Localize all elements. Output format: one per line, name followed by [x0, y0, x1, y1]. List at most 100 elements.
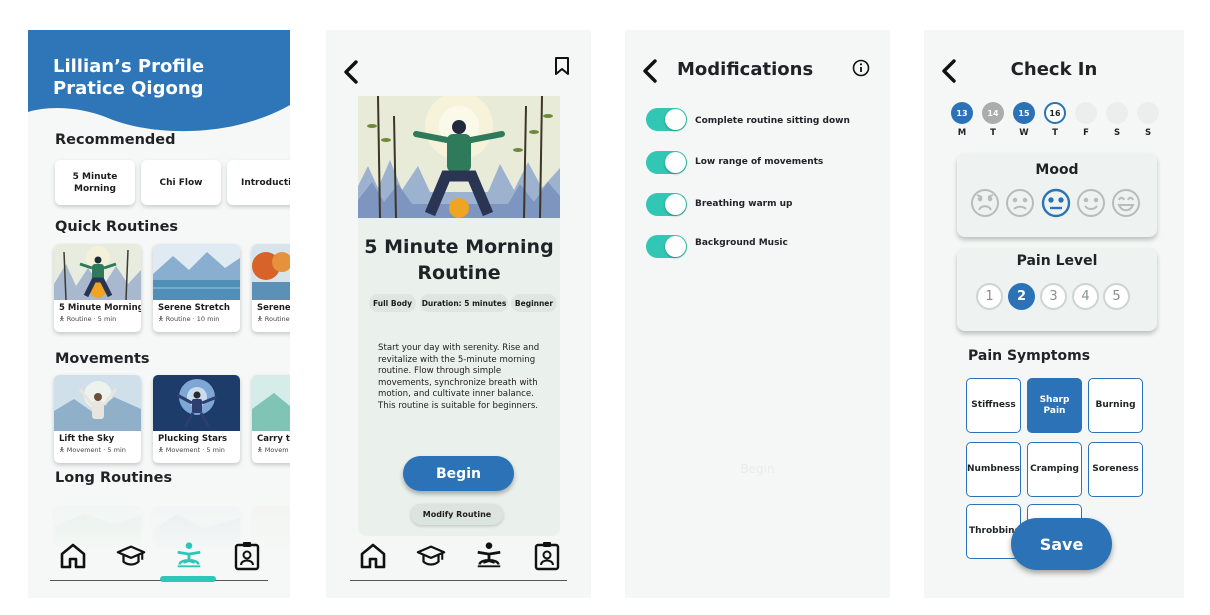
recommended-item[interactable]: Introducti: [227, 160, 290, 205]
toggle-label: Complete routine sitting down: [695, 116, 850, 126]
routine-card-meta: 🯅 Routine · 10 min: [158, 315, 220, 323]
pain-level-option[interactable]: 3: [1040, 283, 1067, 310]
learn-icon[interactable]: [416, 539, 446, 573]
day-circle[interactable]: 19: [1137, 102, 1159, 124]
toggle-label: Breathing warm up: [695, 199, 793, 209]
quick-routines-heading: Quick Routines: [55, 219, 179, 235]
toggle-breathing[interactable]: [646, 193, 687, 216]
recommended-heading: Recommended: [55, 132, 176, 148]
routine-thumbnail: [54, 244, 141, 300]
modifications-screen: Modifications Complete routine sitting d…: [625, 30, 890, 598]
profile-icon[interactable]: [232, 539, 262, 573]
routine-thumbnail: [252, 244, 290, 300]
toggle-sitting[interactable]: [646, 108, 687, 131]
toggle-low-range[interactable]: [646, 151, 687, 174]
profile-screen: Lillian’s Profile Pratice Qigong Recomme…: [28, 30, 290, 598]
movement-card[interactable]: Lift the Sky 🯅 Movement · 5 min: [54, 375, 141, 463]
movement-thumbnail: [153, 375, 240, 431]
movements-heading: Movements: [55, 351, 150, 367]
tag-chip: Duration: 5 minutes: [420, 294, 508, 312]
symptom-option[interactable]: Burning: [1088, 378, 1143, 433]
movement-card-title: Plucking Stars: [158, 434, 228, 444]
symptom-option[interactable]: Soreness: [1088, 442, 1143, 497]
long-routines-heading: Long Routines: [55, 470, 173, 486]
day-label: W: [1019, 128, 1029, 138]
mood-faces: [971, 188, 1140, 218]
routine-card-title: 5 Minute Morning: [59, 303, 141, 313]
day-label: F: [1083, 128, 1089, 138]
mood-selected-icon: [1041, 188, 1071, 218]
save-button[interactable]: Save: [1011, 518, 1112, 570]
info-icon[interactable]: [852, 59, 870, 77]
routine-card-meta: 🯅 Routine: [257, 315, 290, 323]
day-circle[interactable]: 17: [1075, 102, 1097, 124]
practice-icon[interactable]: [174, 539, 204, 573]
begin-button-disabled[interactable]: Begin: [710, 462, 805, 484]
day-circle-today[interactable]: 16: [1044, 102, 1066, 124]
movement-card-meta: 🯅 Movem: [257, 446, 289, 454]
profile-icon[interactable]: [532, 539, 562, 573]
tag-chip: Beginner: [511, 294, 557, 312]
back-icon[interactable]: [642, 59, 658, 83]
home-icon[interactable]: [58, 539, 88, 573]
day-label: T: [1052, 128, 1058, 138]
movement-thumbnail: [252, 375, 290, 431]
home-icon[interactable]: [358, 539, 388, 573]
bottom-nav: [50, 532, 270, 580]
modify-routine-button[interactable]: Modify Routine: [411, 504, 503, 525]
movement-card[interactable]: Plucking Stars 🯅 Movement · 5 min: [153, 375, 240, 463]
pain-level-option[interactable]: 5: [1103, 283, 1130, 310]
movement-card[interactable]: Carry t 🯅 Movem: [252, 375, 290, 463]
routine-card[interactable]: Serene Stretch 🯅 Routine · 10 min: [153, 244, 240, 332]
bookmark-icon[interactable]: [554, 56, 570, 76]
pain-level-title: Pain Level: [1016, 253, 1098, 269]
day-circle[interactable]: 13: [951, 102, 973, 124]
begin-button[interactable]: Begin: [403, 456, 514, 491]
back-icon[interactable]: [941, 59, 957, 83]
symptom-option-selected[interactable]: Sharp Pain: [1027, 378, 1082, 433]
day-label: S: [1113, 128, 1121, 138]
recommended-item[interactable]: 5 Minute Morning: [55, 160, 135, 205]
symptom-option[interactable]: Cramping: [1027, 442, 1082, 497]
routine-hero-image: [358, 96, 560, 218]
profile-title: Lillian’s Profile Pratice Qigong: [53, 56, 204, 100]
day-label: T: [990, 128, 996, 138]
pain-level-option[interactable]: 4: [1072, 283, 1099, 310]
toggle-music[interactable]: [646, 235, 687, 258]
back-icon[interactable]: [343, 60, 359, 84]
pain-level-option[interactable]: 1: [976, 283, 1003, 310]
bottom-nav: [350, 532, 570, 580]
routine-card-meta: 🯅 Routine · 5 min: [59, 315, 117, 323]
day-circle[interactable]: 14: [982, 102, 1004, 124]
day-label: S: [1144, 128, 1152, 138]
toggle-label: Background Music: [695, 238, 788, 248]
recommended-item[interactable]: Chi Flow: [141, 160, 221, 205]
day-circle[interactable]: 18: [1106, 102, 1128, 124]
symptom-option[interactable]: Stiffness: [966, 378, 1021, 433]
mood-card: Mood: [957, 153, 1157, 237]
modifications-title: Modifications: [677, 59, 814, 80]
routine-card-title: Serene S: [257, 303, 290, 313]
day-label: M: [957, 128, 967, 138]
nav-divider: [350, 580, 567, 581]
movement-card-meta: 🯅 Movement · 5 min: [158, 446, 225, 454]
routine-card-title: Serene Stretch: [158, 303, 230, 313]
movement-card-title: Lift the Sky: [59, 434, 115, 444]
pain-level-option-selected[interactable]: 2: [1008, 283, 1035, 310]
pain-symptoms-title: Pain Symptoms: [968, 348, 1091, 364]
checkin-screen: Check In 13 14 15 16 17 18 19 M T W T F …: [924, 30, 1184, 598]
routine-card[interactable]: 5 Minute Morning 🯅 Routine · 5 min: [54, 244, 141, 332]
routine-card[interactable]: Serene S 🯅 Routine: [252, 244, 290, 332]
practice-icon[interactable]: [474, 539, 504, 573]
symptom-option[interactable]: Numbness: [966, 442, 1021, 497]
learn-icon[interactable]: [116, 539, 146, 573]
movement-card-title: Carry t: [257, 434, 290, 444]
toggle-label: Low range of movements: [695, 157, 824, 167]
routine-description: Start your day with serenity. Rise and r…: [378, 343, 540, 411]
active-tab-indicator: [160, 576, 216, 582]
profile-name: Lillian’s Profile: [53, 56, 205, 77]
movement-thumbnail: [54, 375, 141, 431]
day-circle[interactable]: 15: [1013, 102, 1035, 124]
profile-subtitle: Pratice Qigong: [53, 78, 204, 99]
tag-chip: Full Body: [369, 294, 416, 312]
